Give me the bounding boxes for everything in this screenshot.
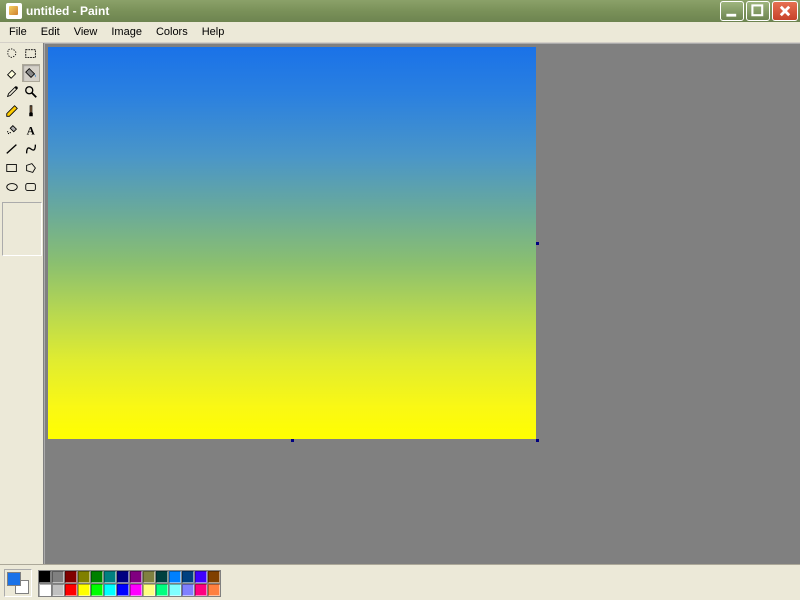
tool-picker[interactable]: [3, 83, 21, 101]
color-swatch[interactable]: [142, 583, 156, 597]
rect-select-icon: [24, 47, 38, 61]
tool-fill[interactable]: [22, 64, 40, 82]
tool-line[interactable]: [3, 140, 21, 158]
menu-colors[interactable]: Colors: [149, 25, 195, 39]
menu-help[interactable]: Help: [195, 25, 232, 39]
tool-round-rect[interactable]: [22, 178, 40, 196]
color-indicator[interactable]: [4, 569, 32, 597]
tool-curve[interactable]: [22, 140, 40, 158]
canvas-area[interactable]: [44, 43, 800, 564]
round-rect-icon: [24, 180, 38, 194]
toolbox: A: [0, 43, 44, 564]
menu-image[interactable]: Image: [104, 25, 149, 39]
menu-file[interactable]: File: [2, 25, 34, 39]
ellipse-icon: [5, 180, 19, 194]
color-palette: [38, 570, 220, 596]
tool-options: [2, 202, 42, 256]
color-swatch[interactable]: [194, 583, 208, 597]
tool-rectangle[interactable]: [3, 159, 21, 177]
color-swatch[interactable]: [116, 583, 130, 597]
text-icon: A: [24, 123, 38, 137]
color-swatch[interactable]: [90, 570, 104, 584]
color-swatch[interactable]: [64, 583, 78, 597]
tool-magnifier[interactable]: [22, 83, 40, 101]
free-select-icon: [5, 47, 19, 61]
color-swatch[interactable]: [64, 570, 78, 584]
color-swatch[interactable]: [51, 570, 65, 584]
pencil-icon: [5, 104, 19, 118]
tool-eraser[interactable]: [3, 64, 21, 82]
color-swatch[interactable]: [168, 570, 182, 584]
color-swatch[interactable]: [38, 570, 52, 584]
color-swatch[interactable]: [207, 570, 221, 584]
brush-icon: [24, 104, 38, 118]
color-swatch[interactable]: [207, 583, 221, 597]
resize-handle-bottom[interactable]: [291, 439, 294, 442]
color-swatch[interactable]: [155, 583, 169, 597]
color-swatch[interactable]: [155, 570, 169, 584]
app-icon: [6, 3, 22, 19]
menu-edit[interactable]: Edit: [34, 25, 67, 39]
resize-handle-right[interactable]: [536, 242, 539, 245]
rectangle-icon: [5, 161, 19, 175]
color-swatch[interactable]: [116, 570, 130, 584]
color-swatch[interactable]: [103, 583, 117, 597]
tool-free-select[interactable]: [3, 45, 21, 63]
tool-text[interactable]: A: [22, 121, 40, 139]
tool-rect-select[interactable]: [22, 45, 40, 63]
airbrush-icon: [5, 123, 19, 137]
color-swatch[interactable]: [142, 570, 156, 584]
color-swatch[interactable]: [90, 583, 104, 597]
color-swatch[interactable]: [129, 583, 143, 597]
magnifier-icon: [24, 85, 38, 99]
color-swatch[interactable]: [181, 583, 195, 597]
fill-icon: [24, 66, 38, 80]
close-button[interactable]: [772, 1, 798, 21]
paint-window: untitled - Paint File Edit View Image Co…: [0, 0, 800, 600]
polygon-icon: [24, 161, 38, 175]
minimize-button[interactable]: [720, 1, 744, 21]
window-controls: [720, 1, 798, 21]
tool-polygon[interactable]: [22, 159, 40, 177]
line-icon: [5, 142, 19, 156]
tool-pencil[interactable]: [3, 102, 21, 120]
color-swatch[interactable]: [181, 570, 195, 584]
eraser-icon: [5, 66, 19, 80]
color-swatch[interactable]: [38, 583, 52, 597]
svg-text:A: A: [27, 125, 36, 137]
color-swatch[interactable]: [168, 583, 182, 597]
menu-view[interactable]: View: [67, 25, 105, 39]
color-swatch[interactable]: [51, 583, 65, 597]
tool-brush[interactable]: [22, 102, 40, 120]
window-title: untitled - Paint: [26, 4, 720, 18]
color-swatch[interactable]: [77, 570, 91, 584]
workspace: A: [0, 43, 800, 564]
tool-airbrush[interactable]: [3, 121, 21, 139]
maximize-button[interactable]: [746, 1, 770, 21]
resize-handle-corner[interactable]: [536, 439, 539, 442]
picker-icon: [5, 85, 19, 99]
color-palette-bar: [0, 564, 800, 600]
canvas[interactable]: [48, 47, 536, 439]
menu-bar: File Edit View Image Colors Help: [0, 22, 800, 43]
color-swatch[interactable]: [129, 570, 143, 584]
color-swatch[interactable]: [77, 583, 91, 597]
color-swatch[interactable]: [194, 570, 208, 584]
curve-icon: [24, 142, 38, 156]
title-bar[interactable]: untitled - Paint: [0, 0, 800, 22]
color-swatch[interactable]: [103, 570, 117, 584]
tool-ellipse[interactable]: [3, 178, 21, 196]
foreground-color-swatch[interactable]: [7, 572, 21, 586]
